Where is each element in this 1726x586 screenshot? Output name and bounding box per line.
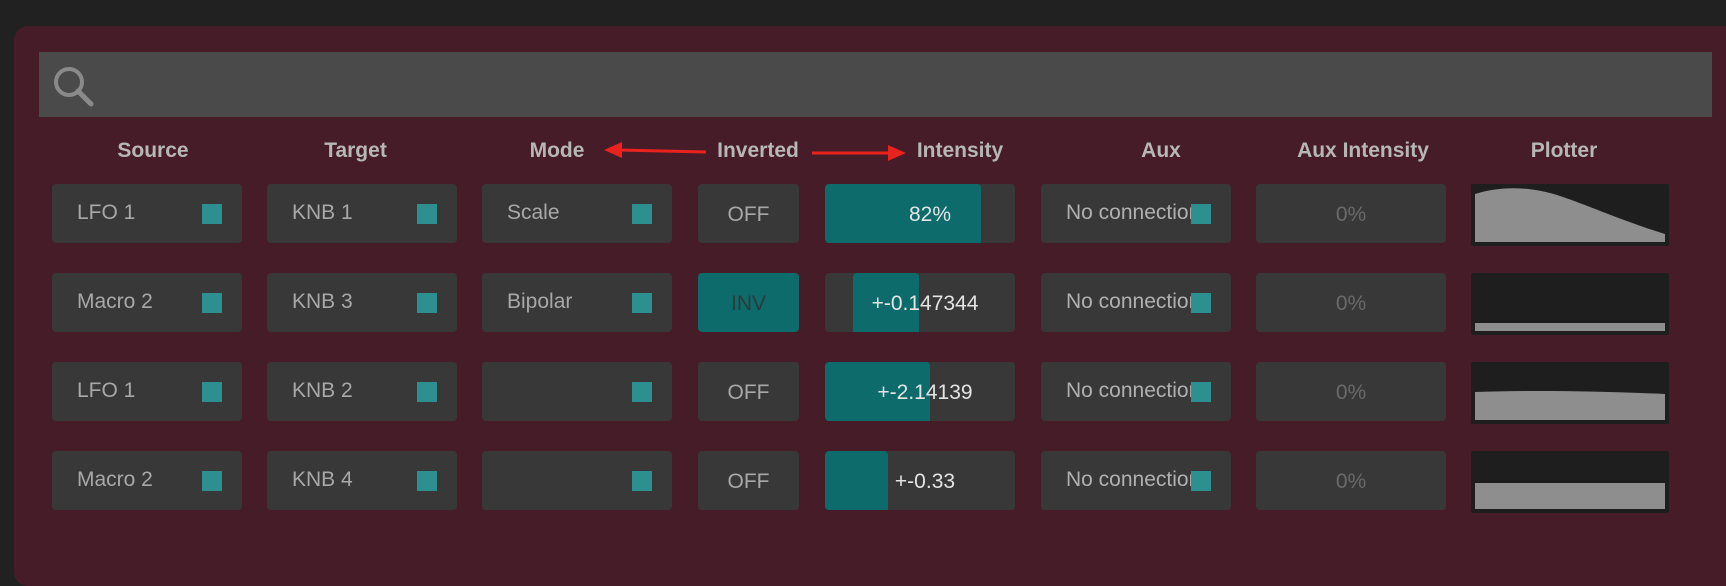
right-arrow-annotation [812,145,906,161]
target-label: KNB 3 [292,290,353,313]
dropdown-indicator-icon [417,204,437,224]
aux-intensity-slider[interactable]: 0% [1256,184,1446,243]
mode-dropdown[interactable] [482,451,672,510]
dropdown-indicator-icon [202,471,222,491]
dropdown-indicator-icon [202,204,222,224]
header-aux-intensity: Aux Intensity [1297,139,1429,162]
mode-dropdown[interactable] [482,362,672,421]
mode-dropdown[interactable]: Scale [482,184,672,243]
plotter-graph [1471,184,1669,246]
target-dropdown[interactable]: KNB 1 [267,184,457,243]
aux-label: No connection [1066,379,1201,402]
intensity-value: +-0.147344 [871,292,979,315]
dropdown-indicator-icon [417,471,437,491]
plotter-graph [1471,451,1669,513]
left-arrow-annotation [604,142,707,158]
header-target: Target [324,139,387,162]
inverted-toggle[interactable]: OFF [698,451,799,510]
inverted-toggle[interactable]: OFF [698,184,799,243]
search-input[interactable] [109,52,1703,119]
target-dropdown[interactable]: KNB 2 [267,362,457,421]
header-intensity: Intensity [916,139,1004,162]
dropdown-indicator-icon [1191,293,1211,313]
target-label: KNB 4 [292,468,353,491]
modulation-row: LFO 1 KNB 2 OFF +-2.14139 No connection … [0,362,1726,424]
source-label: Macro 2 [77,468,153,491]
dropdown-indicator-icon [417,293,437,313]
source-dropdown[interactable]: Macro 2 [52,451,242,510]
search-bar[interactable] [39,52,1712,119]
header-plotter: Plotter [1530,139,1598,162]
target-label: KNB 1 [292,201,353,224]
source-label: LFO 1 [77,379,136,402]
header-source: Source [117,139,189,162]
source-dropdown[interactable]: LFO 1 [52,184,242,243]
intensity-slider[interactable]: +-0.33 [825,451,1015,510]
intensity-value: +-2.14139 [877,381,973,404]
header-inverted: Inverted [717,139,799,162]
intensity-value: 82% [908,203,952,226]
mode-label: Scale [507,201,560,224]
plotter-graph [1471,273,1669,335]
intensity-value: +-0.33 [894,470,956,493]
dropdown-indicator-icon [632,471,652,491]
intensity-slider[interactable]: +-2.14139 [825,362,1015,421]
search-icon [54,67,94,107]
aux-label: No connection [1066,290,1201,313]
source-dropdown[interactable]: LFO 1 [52,362,242,421]
modulation-row: Macro 2 KNB 4 OFF +-0.33 No connection 0… [0,451,1726,513]
source-label: Macro 2 [77,290,153,313]
dropdown-indicator-icon [1191,204,1211,224]
header-aux: Aux [1141,139,1181,162]
target-dropdown[interactable]: KNB 4 [267,451,457,510]
mode-dropdown[interactable]: Bipolar [482,273,672,332]
aux-intensity-slider[interactable]: 0% [1256,273,1446,332]
mode-label: Bipolar [507,290,573,313]
target-label: KNB 2 [292,379,353,402]
dropdown-indicator-icon [632,204,652,224]
aux-intensity-slider[interactable]: 0% [1256,451,1446,510]
aux-label: No connection [1066,201,1201,224]
aux-intensity-slider[interactable]: 0% [1256,362,1446,421]
modulation-row: LFO 1 KNB 1 Scale OFF 82% No connection … [0,184,1726,246]
dropdown-indicator-icon [202,293,222,313]
plot-curve [1475,390,1665,420]
aux-dropdown[interactable]: No connection [1041,362,1231,421]
intensity-slider[interactable]: 82% [825,184,1015,243]
dropdown-indicator-icon [632,293,652,313]
modulation-row: Macro 2 KNB 3 Bipolar INV +-0.147344 No … [0,273,1726,335]
target-dropdown[interactable]: KNB 3 [267,273,457,332]
aux-dropdown[interactable]: No connection [1041,451,1231,510]
plot-curve [1475,188,1665,242]
plot-curve [1475,483,1665,509]
dropdown-indicator-icon [202,382,222,402]
aux-dropdown[interactable]: No connection [1041,184,1231,243]
dropdown-indicator-icon [1191,471,1211,491]
dropdown-indicator-icon [1191,382,1211,402]
aux-label: No connection [1066,468,1201,491]
dropdown-indicator-icon [417,382,437,402]
source-dropdown[interactable]: Macro 2 [52,273,242,332]
intensity-slider[interactable]: +-0.147344 [825,273,1015,332]
plot-curve [1475,323,1665,331]
inverted-toggle[interactable]: INV [698,273,799,332]
source-label: LFO 1 [77,201,136,224]
dropdown-indicator-icon [632,382,652,402]
aux-dropdown[interactable]: No connection [1041,273,1231,332]
plotter-graph [1471,362,1669,424]
inverted-toggle[interactable]: OFF [698,362,799,421]
